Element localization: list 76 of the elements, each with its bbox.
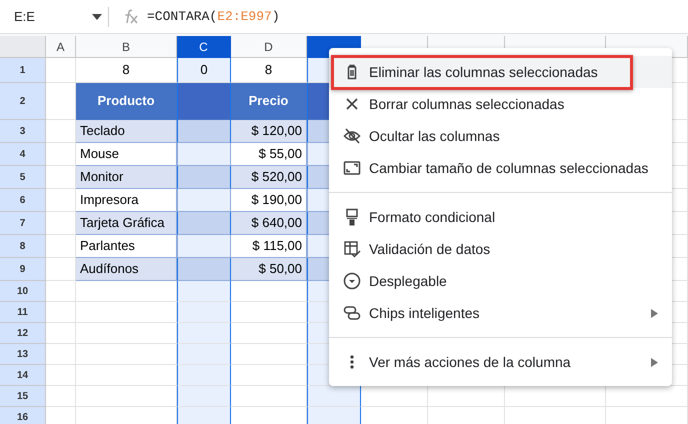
table-cell <box>307 386 361 407</box>
table-cell: 0 <box>177 58 231 83</box>
column-header[interactable]: D <box>231 36 307 58</box>
table-cell <box>177 120 231 143</box>
menu-item[interactable]: Formato condicional <box>329 201 672 233</box>
table-cell <box>46 235 76 258</box>
menu-item[interactable]: Desplegable <box>329 265 672 297</box>
row-header[interactable]: 12 <box>0 323 46 344</box>
menu-item[interactable]: Cambiar tamaño de columnas seleccionadas <box>329 152 672 184</box>
table-cell: Audífonos <box>76 258 177 281</box>
row-header[interactable]: 2 <box>0 83 46 120</box>
table-cell <box>177 212 231 235</box>
table-cell <box>177 386 231 407</box>
table-cell <box>177 407 231 424</box>
checked-table-icon <box>343 240 361 258</box>
more-vertical-icon <box>350 353 354 371</box>
crossed-eye-icon <box>343 127 361 145</box>
table-cell <box>177 189 231 212</box>
table-cell <box>177 83 231 120</box>
row-header[interactable]: 13 <box>0 344 46 365</box>
table-cell: $ 120,00 <box>231 120 307 143</box>
table-cell: Tarjeta Gráfica <box>76 212 177 235</box>
chips-icon <box>343 304 361 322</box>
menu-item[interactable]: Eliminar las columnas seleccionadas <box>329 56 672 88</box>
column-header[interactable]: A <box>46 36 76 58</box>
formula-text[interactable]: =CONTARA(E2:E997) <box>147 6 280 26</box>
row-header[interactable]: 16 <box>0 407 46 424</box>
table-cell: $ 50,00 <box>231 258 307 281</box>
row-header[interactable]: 15 <box>0 386 46 407</box>
table-cell <box>177 344 231 365</box>
row-header[interactable]: 4 <box>0 143 46 166</box>
table-cell <box>177 302 231 323</box>
table-cell <box>177 166 231 189</box>
table-cell <box>46 143 76 166</box>
row-header[interactable]: 5 <box>0 166 46 189</box>
row-header[interactable]: 10 <box>0 281 46 302</box>
menu-item[interactable]: Validación de datos <box>329 233 672 265</box>
column-header[interactable]: C <box>177 36 231 58</box>
table-cell <box>177 258 231 281</box>
table-cell <box>46 58 76 83</box>
row-header[interactable]: 7 <box>0 212 46 235</box>
menu-item[interactable]: Ocultar las columnas <box>329 120 672 152</box>
menu-item[interactable]: Borrar columnas seleccionadas <box>329 88 672 120</box>
row-header[interactable]: 6 <box>0 189 46 212</box>
row-header[interactable]: 14 <box>0 365 46 386</box>
table-cell: $ 520,00 <box>231 166 307 189</box>
table-cell <box>177 235 231 258</box>
table-cell <box>177 323 231 344</box>
table-cell <box>46 323 76 344</box>
table-cell: $ 640,00 <box>231 212 307 235</box>
caret-icon[interactable] <box>92 14 102 20</box>
resize-frame-icon <box>343 159 361 177</box>
row-header[interactable]: 1 <box>0 58 46 83</box>
table-cell: Teclado <box>76 120 177 143</box>
column-title: Producto <box>76 83 177 120</box>
table-cell <box>46 344 76 365</box>
table-cell <box>177 281 231 302</box>
name-box[interactable]: E:E <box>0 6 92 26</box>
table-cell <box>46 281 76 302</box>
column-title: Precio <box>231 83 307 120</box>
row-header[interactable]: 3 <box>0 120 46 143</box>
table-cell <box>46 189 76 212</box>
row-header[interactable]: 8 <box>0 235 46 258</box>
dropdown-circle-icon <box>343 272 361 290</box>
table-cell <box>46 302 76 323</box>
row-header[interactable]: 9 <box>0 258 46 281</box>
table-cell <box>307 407 361 424</box>
table-cell <box>177 365 231 386</box>
table-cell <box>46 386 76 407</box>
column-header[interactable]: B <box>76 36 177 58</box>
row-header[interactable]: 11 <box>0 302 46 323</box>
menu-item[interactable]: Chips inteligentes <box>329 297 672 329</box>
table-cell <box>177 143 231 166</box>
table-cell: Monitor <box>76 166 177 189</box>
table-cell <box>46 365 76 386</box>
menu-item[interactable]: Ver más acciones de la columna <box>329 346 672 378</box>
